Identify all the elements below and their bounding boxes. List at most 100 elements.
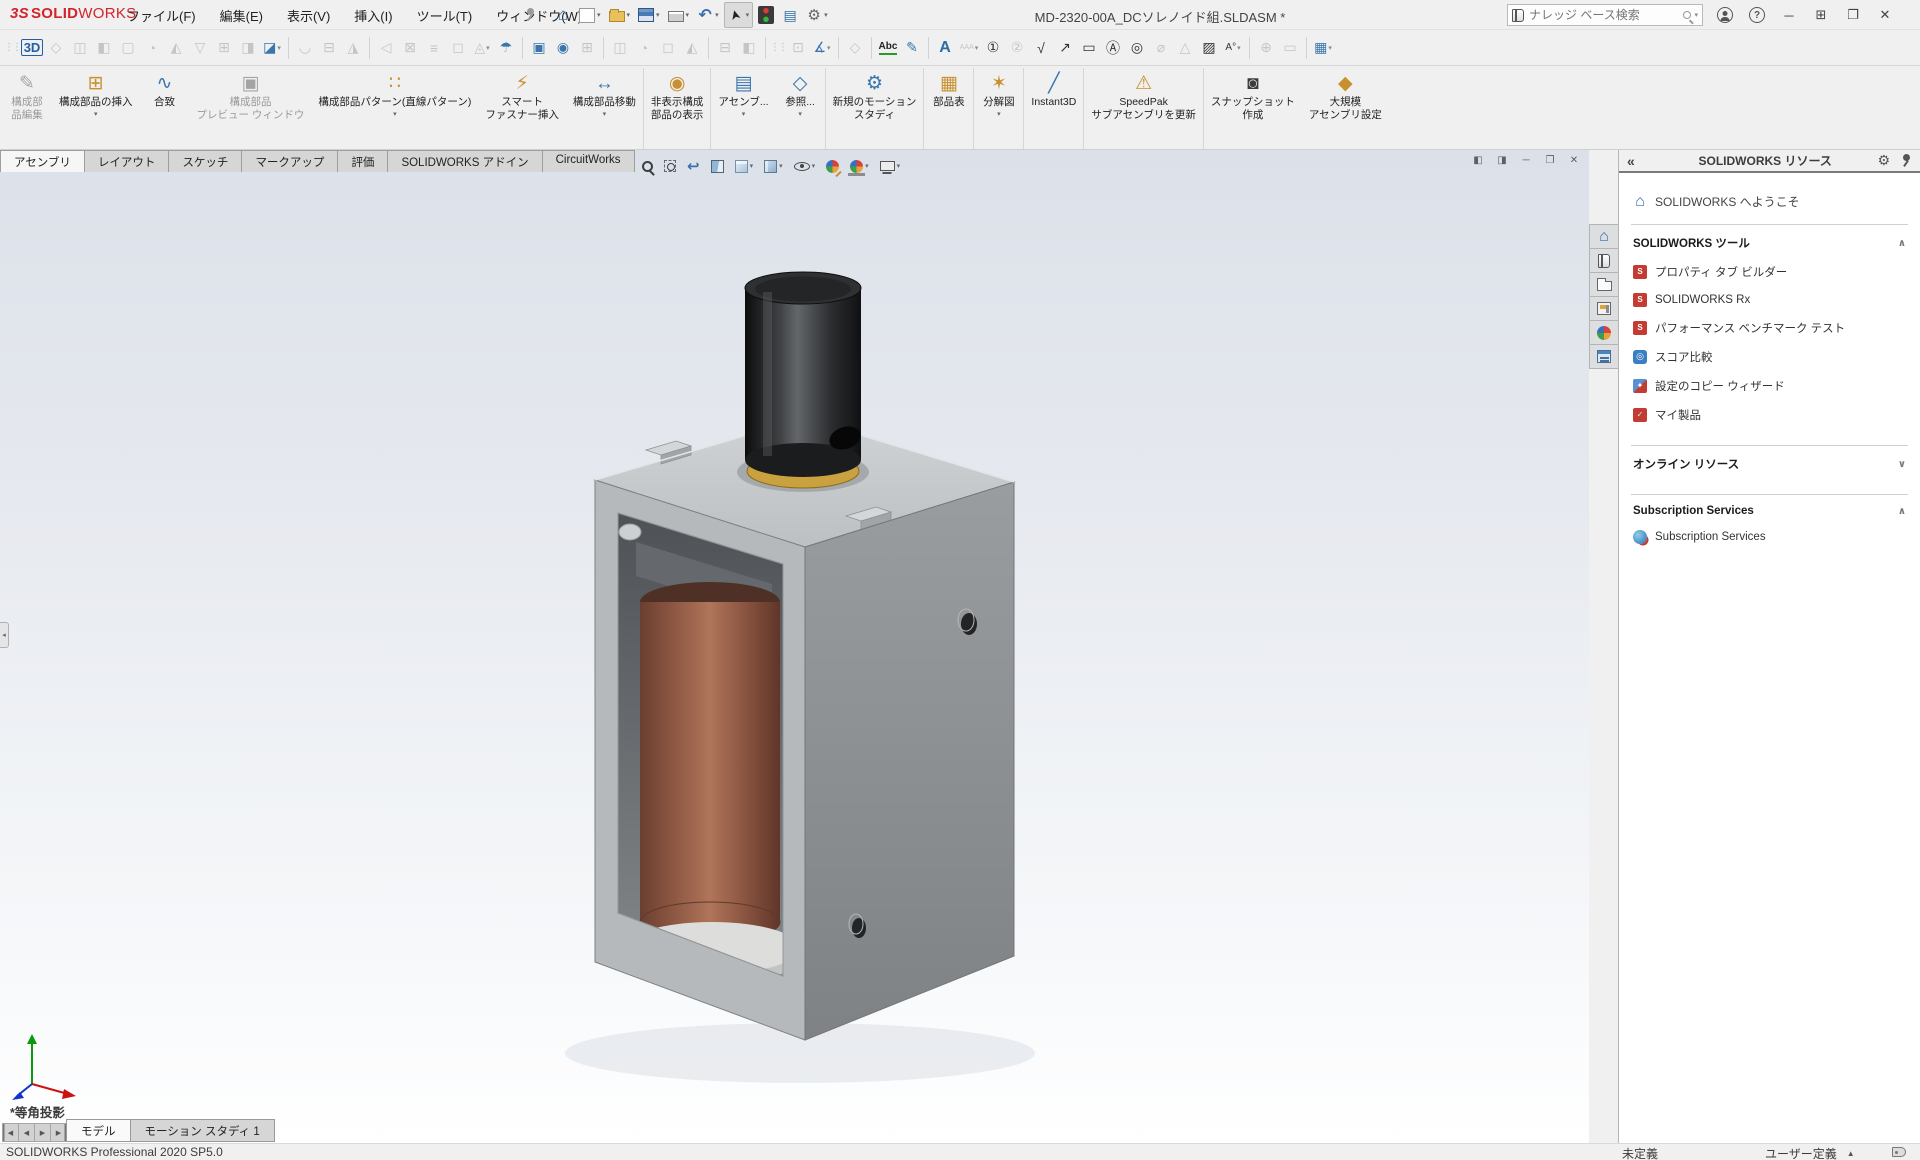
toolbar-icon[interactable] [924, 34, 933, 62]
spell-check-icon[interactable]: Abc [876, 34, 900, 62]
disabled-tool-icon[interactable]: ≡ [422, 34, 446, 62]
toolbar-icon[interactable] [704, 34, 713, 62]
disabled-center-mark-icon[interactable]: ⊕ [1254, 34, 1278, 62]
previous-tab-button[interactable]: ◀ [18, 1123, 35, 1142]
section-scope-icon[interactable]: ◪▾ [260, 34, 284, 62]
disabled-callout-icon[interactable]: ② [1005, 34, 1029, 62]
disabled-tool-icon[interactable]: ◻ [446, 34, 470, 62]
taskpane-collapse-button[interactable]: « [1627, 153, 1653, 169]
3d-sketch-icon[interactable]: 3D [20, 34, 44, 62]
disabled-tool-icon[interactable]: ⊟ [713, 34, 737, 62]
taskpane-gear-icon[interactable]: ⚙ [1877, 152, 1890, 169]
hatch-fill-icon[interactable]: ▨ [1197, 34, 1221, 62]
select-cursor-icon[interactable]: ▾ [724, 2, 754, 28]
commandmanager-tab[interactable]: 評価 [337, 150, 388, 172]
insert-component-button[interactable]: ⊞ 構成部品の挿入 ▾ [52, 68, 140, 149]
table-icon[interactable]: ▦▾ [1311, 34, 1335, 62]
previous-view-icon[interactable] [685, 154, 702, 178]
disabled-tool-icon[interactable]: ⊠ [398, 34, 422, 62]
smart-fastener-button[interactable]: ⚡ スマート ファスナー挿入 [478, 68, 566, 149]
speedpak-update-button[interactable]: ⚠ SpeedPak サブアセンブリを更新 [1084, 68, 1203, 149]
restore-window-icon[interactable]: ❐ [1844, 3, 1862, 27]
disabled-datum-target-icon[interactable]: △ [1173, 34, 1197, 62]
exploded-view-button[interactable]: ✶ 分解図 ▾ [974, 68, 1024, 149]
view-orientation-icon[interactable]: ▾ [733, 154, 756, 178]
take-snapshot-button[interactable]: ◙ スナップショット 作成 [1204, 68, 1302, 149]
balloon-icon[interactable]: ▭ [1077, 34, 1101, 62]
welcome-link[interactable]: SOLIDWORKS へようこそ [1619, 173, 1920, 224]
last-tab-button[interactable]: ▶ [50, 1123, 67, 1142]
surface-finish-icon[interactable]: √ [1029, 34, 1053, 62]
disabled-tool-icon[interactable]: ◭ [164, 34, 188, 62]
toolbar-icon[interactable] [518, 34, 527, 62]
commandmanager-tab[interactable]: CircuitWorks [542, 150, 635, 172]
taskpane-item[interactable]: マイ製品 [1619, 400, 1920, 429]
taskpane-pin-icon[interactable] [1898, 153, 1912, 168]
disabled-tool-icon[interactable]: ◬▾ [470, 34, 494, 62]
zoom-fit-icon[interactable] [640, 154, 655, 178]
minimize-icon[interactable]: ─ [1780, 3, 1798, 27]
section-view-icon[interactable] [709, 154, 726, 178]
tag-icon[interactable] [1892, 1147, 1906, 1157]
configuration-selector[interactable]: ユーザー定義 ▲ [1765, 1145, 1855, 1160]
weld-symbol-icon[interactable]: ↗ [1053, 34, 1077, 62]
print-icon[interactable]: ▾ [665, 2, 693, 28]
disabled-tool-icon[interactable]: ◨ [236, 34, 260, 62]
commandmanager-tab[interactable]: マークアップ [241, 150, 338, 172]
settings-gear-icon[interactable]: ▾ [803, 2, 831, 28]
chevron-up-icon[interactable]: ∧ [1898, 506, 1906, 517]
new-document-icon[interactable]: ▾ [576, 2, 604, 28]
taskpane-resources-tab[interactable] [1589, 248, 1619, 273]
auto-balloon-icon[interactable]: ◎ [1125, 34, 1149, 62]
toolbar-icon[interactable] [599, 34, 608, 62]
chevron-up-icon[interactable]: ∧ [1898, 238, 1906, 249]
open-icon[interactable]: ▾ [606, 2, 634, 28]
save-icon[interactable]: ▾ [635, 2, 663, 28]
search-dropdown-icon[interactable]: ▾ [1694, 11, 1698, 19]
disabled-tool-icon[interactable]: ◧ [737, 34, 761, 62]
featuremanager-collapse-handle[interactable]: ◂ [0, 622, 9, 648]
toolbar-icon[interactable] [1302, 34, 1311, 62]
undo-icon[interactable]: ▾ [694, 2, 722, 28]
taskpane-custom-properties-tab[interactable] [1589, 344, 1619, 369]
disabled-tool-icon[interactable]: ◫ [608, 34, 632, 62]
taskpane-item[interactable]: SOLIDWORKS Rx [1619, 286, 1920, 313]
commandmanager-tab[interactable]: アセンブリ [0, 150, 85, 172]
model-tab[interactable]: モーション スタディ 1 [130, 1119, 275, 1142]
commandmanager-tab[interactable]: SOLIDWORKS アドイン [387, 150, 542, 172]
disabled-tool-icon[interactable]: ◫ [68, 34, 92, 62]
measure-icon[interactable]: ∡▾ [810, 34, 834, 62]
assembly-features-button[interactable]: ▤ アセンブ... ▾ [711, 68, 775, 149]
disabled-tool-icon[interactable]: ◔ [140, 34, 164, 62]
taskpane-view-palette-tab[interactable] [1589, 296, 1619, 321]
search-icon[interactable] [1683, 11, 1691, 19]
next-tab-button[interactable]: ▶ [34, 1123, 51, 1142]
component-preview-window-button[interactable]: ▣ 構成部品 プレビュー ウィンドウ [190, 68, 312, 149]
apply-scene-icon[interactable]: ▾ [848, 154, 871, 178]
solenoid-assembly-model[interactable] [0, 150, 1589, 1143]
toolbar-icon[interactable] [867, 34, 876, 62]
menu-item[interactable]: ツール(T) [405, 0, 485, 30]
commandmanager-tab[interactable]: スケッチ [168, 150, 242, 172]
instant3d-button[interactable]: ╱ Instant3D [1024, 68, 1084, 149]
drag-grip[interactable]: ⋮⋮ [770, 34, 786, 62]
rebuild-traffic-light-icon[interactable] [755, 2, 777, 28]
drag-grip[interactable]: ⋮⋮ [4, 34, 20, 62]
login-user-icon[interactable] [1716, 3, 1734, 27]
toolbar-icon[interactable] [834, 34, 843, 62]
taskpane-appearances-tab[interactable] [1589, 320, 1619, 345]
chevron-down-icon[interactable]: ∨ [1898, 459, 1906, 470]
hide-show-items-icon[interactable]: ▾ [792, 154, 818, 178]
pane-right-icon[interactable]: ◨ [1492, 151, 1512, 169]
restore-document-icon[interactable]: ❐ [1540, 151, 1560, 169]
disabled-tool-icon[interactable]: ◮ [341, 34, 365, 62]
revision-symbol-icon[interactable]: A°▾ [1221, 34, 1245, 62]
section-online-resources[interactable]: オンライン リソース ∨ [1619, 446, 1920, 478]
graphics-area[interactable]: ▾▾▾▾▾ ◧◨─❐✕ ◂ *等角投影 ◀◀▶▶ モデルモーション スタディ 1 [0, 150, 1589, 1143]
display-style-icon[interactable]: ▾ [762, 154, 785, 178]
close-document-icon[interactable]: ✕ [1564, 151, 1584, 169]
show-hidden-components-button[interactable]: ◉ 非表示構成 部品の表示 [644, 68, 712, 149]
large-assembly-settings-button[interactable]: ◆ 大規模 アセンブリ設定 [1302, 68, 1389, 149]
span-displays-icon[interactable]: ⊞ [1812, 3, 1830, 27]
disabled-tool-icon[interactable]: ◔ [632, 34, 656, 62]
